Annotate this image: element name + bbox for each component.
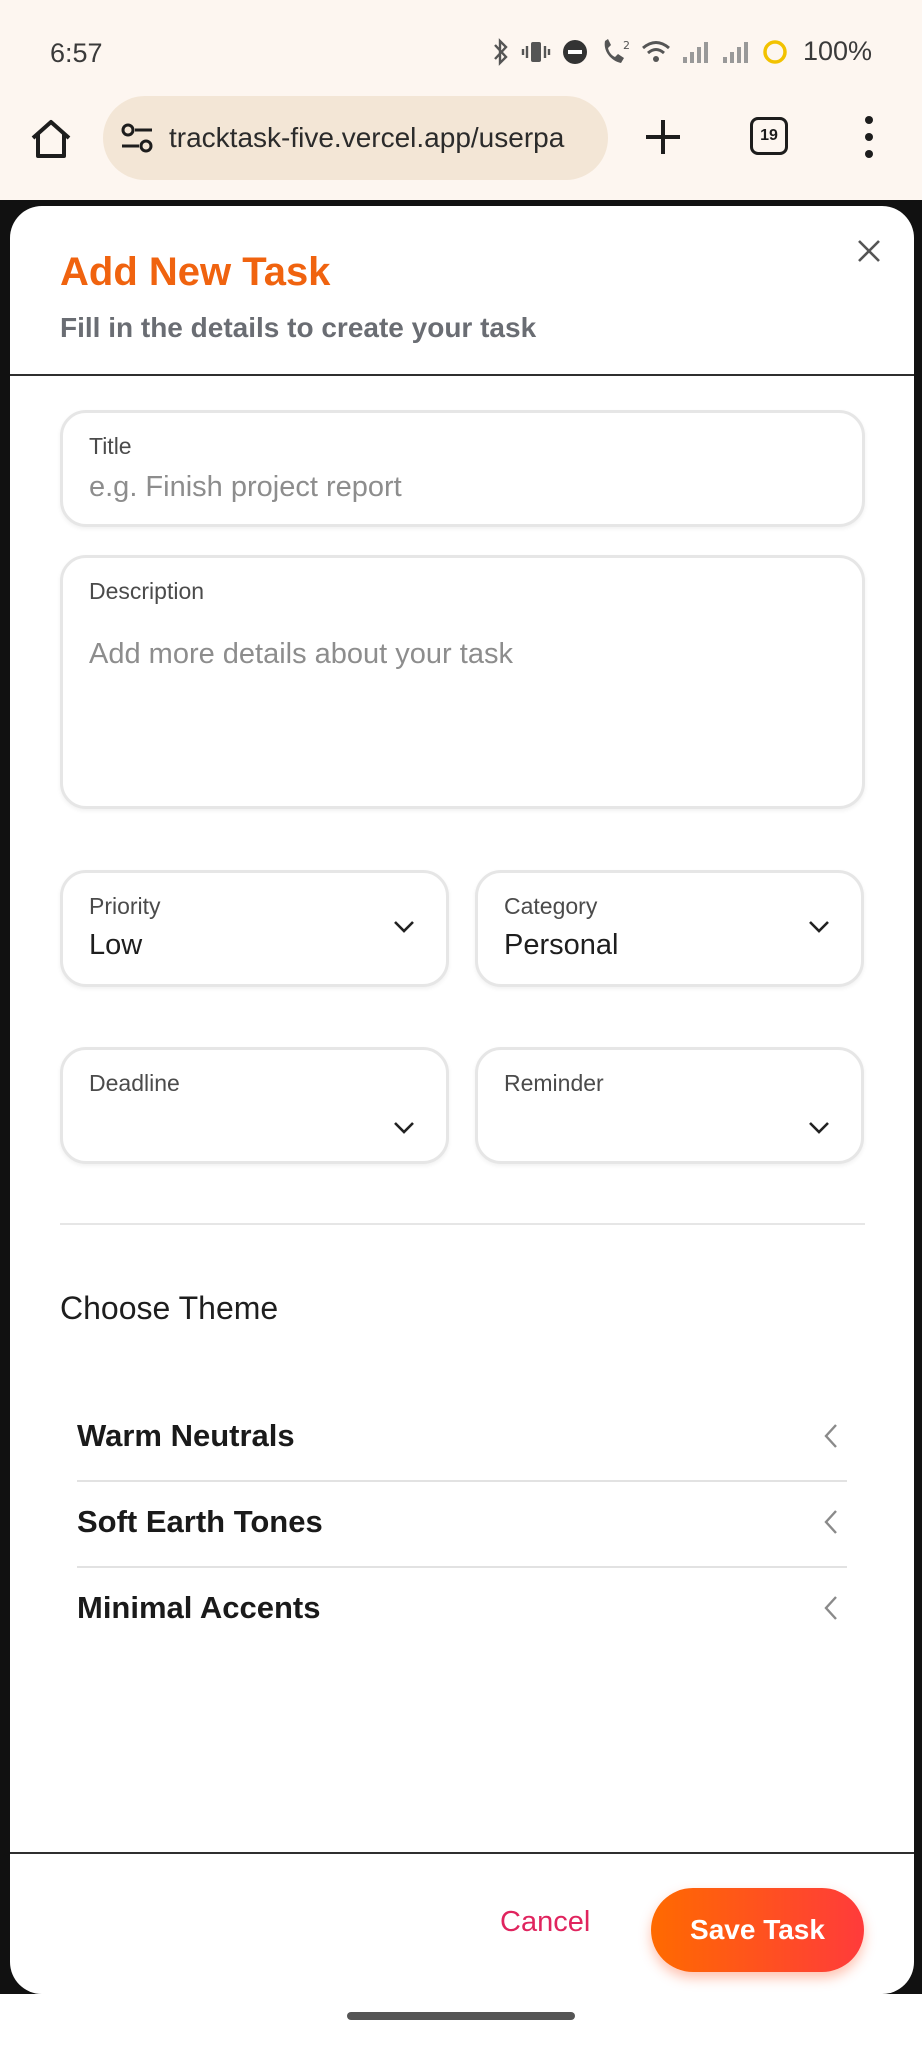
description-placeholder[interactable]: Add more details about your task [89, 638, 513, 671]
chevron-down-icon[interactable] [392, 919, 416, 935]
priority-value[interactable]: Low [89, 929, 142, 962]
theme-option-label: Soft Earth Tones [77, 1504, 323, 1539]
site-settings-icon[interactable] [119, 120, 155, 156]
theme-option-minimal-accents[interactable]: Minimal Accents [77, 1568, 847, 1654]
gesture-nav-bar [0, 1994, 922, 2048]
theme-option-soft-earth-tones[interactable]: Soft Earth Tones [77, 1482, 847, 1568]
save-task-button[interactable]: Save Task [651, 1888, 864, 1972]
call-icon: 2 [604, 38, 630, 63]
reminder-label: Reminder [504, 1070, 604, 1096]
tab-count: 19 [760, 127, 778, 144]
wifi-icon [641, 40, 670, 62]
home-icon[interactable] [28, 116, 74, 162]
category-value[interactable]: Personal [504, 929, 618, 962]
url-bar-row: tracktask-five.vercel.app/userpa 19 [0, 96, 922, 186]
status-bar: 6:57 2 100% [0, 0, 922, 106]
deadline-label: Deadline [89, 1070, 180, 1096]
new-tab-icon[interactable] [640, 114, 686, 160]
signal-icon [722, 41, 748, 63]
title-placeholder[interactable]: e.g. Finish project report [89, 471, 402, 504]
bluetooth-icon [494, 37, 508, 66]
modal-title: Add New Task [60, 250, 331, 294]
close-icon[interactable] [854, 236, 884, 266]
modal-subtitle: Fill in the details to create your task [60, 312, 537, 343]
header-divider [10, 374, 914, 376]
priority-label: Priority [89, 893, 161, 919]
category-select[interactable]: Category Personal [475, 870, 864, 987]
battery-ring-icon [763, 39, 787, 64]
title-field[interactable]: Title e.g. Finish project report [60, 410, 865, 527]
section-divider [60, 1223, 865, 1225]
cancel-button[interactable]: Cancel [500, 1906, 590, 1939]
title-label: Title [89, 433, 132, 459]
theme-option-label: Minimal Accents [77, 1590, 321, 1625]
status-time: 6:57 [50, 38, 103, 68]
chevron-down-icon[interactable] [807, 919, 831, 935]
status-icons: 2 100% [491, 36, 872, 67]
url-text[interactable]: tracktask-five.vercel.app/userpa [169, 122, 599, 154]
svg-text:2: 2 [623, 39, 630, 52]
chevron-down-icon[interactable] [807, 1120, 831, 1136]
chevron-left-icon [824, 1424, 837, 1448]
add-task-modal: Add New Task Fill in the details to crea… [10, 206, 914, 1994]
description-field[interactable]: Description Add more details about your … [60, 555, 865, 809]
dnd-icon [562, 39, 587, 64]
more-menu-icon[interactable] [862, 116, 876, 162]
battery-percent: 100% [802, 36, 872, 66]
priority-select[interactable]: Priority Low [60, 870, 449, 987]
category-label: Category [504, 893, 598, 919]
vibrate-icon [521, 41, 551, 62]
browser-chrome: 6:57 2 100% tracktask-five.vercel.app/us… [0, 0, 922, 200]
theme-option-warm-neutrals[interactable]: Warm Neutrals [77, 1396, 847, 1482]
theme-heading: Choose Theme [60, 1290, 279, 1326]
tab-switcher-icon[interactable]: 19 [750, 117, 788, 155]
reminder-select[interactable]: Reminder [475, 1047, 864, 1164]
home-gesture-handle[interactable] [347, 2012, 575, 2020]
address-bar[interactable]: tracktask-five.vercel.app/userpa [103, 96, 608, 180]
theme-option-label: Warm Neutrals [77, 1418, 295, 1453]
chevron-down-icon[interactable] [392, 1120, 416, 1136]
chevron-left-icon [824, 1510, 837, 1534]
deadline-select[interactable]: Deadline [60, 1047, 449, 1164]
chevron-left-icon [824, 1596, 837, 1620]
description-label: Description [89, 578, 205, 604]
signal-icon [682, 41, 708, 63]
footer-divider [10, 1852, 914, 1854]
